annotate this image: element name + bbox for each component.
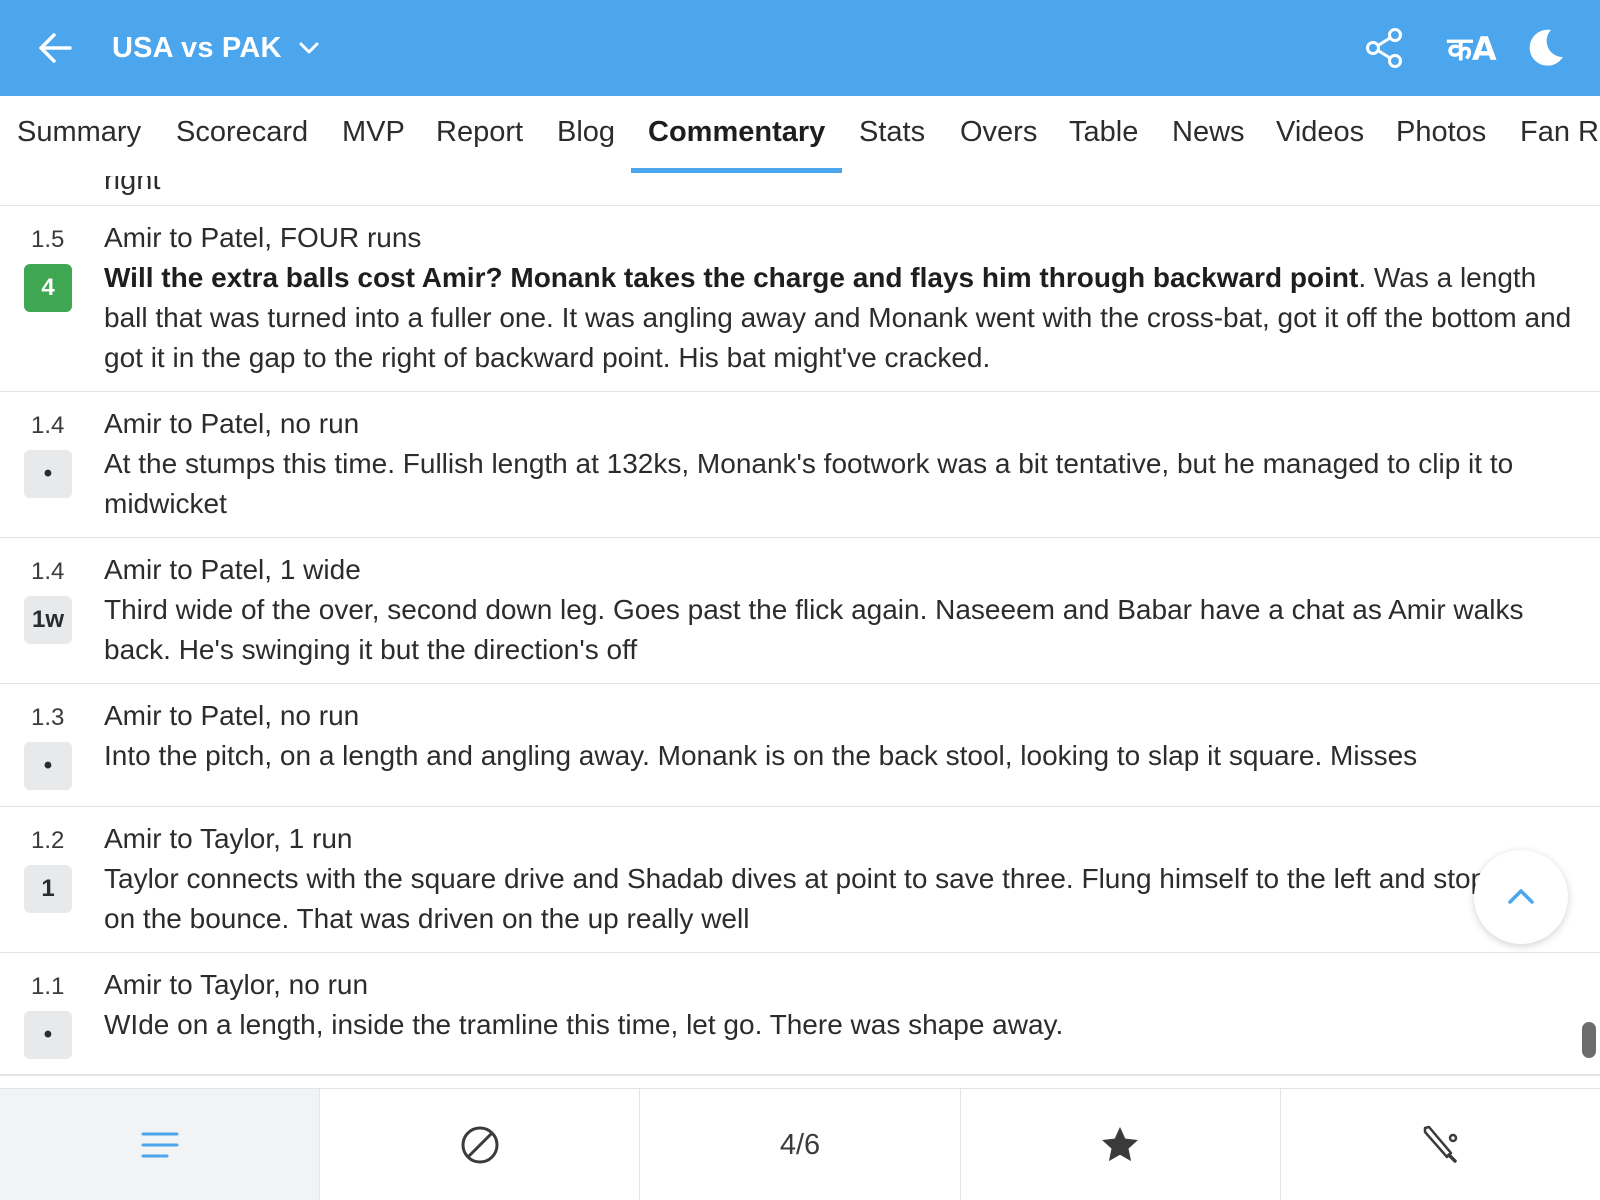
commentary-text-rest: Into the pitch, on a length and angling … (104, 740, 1418, 771)
scroll-to-top-button[interactable] (1474, 850, 1568, 944)
tab-table[interactable]: Table (1069, 116, 1138, 149)
list-divider (0, 1074, 1600, 1076)
bottom-nav: 4/6 (0, 1088, 1600, 1200)
over-number: 1.1 (31, 973, 65, 1000)
bottom-nav-highlights[interactable] (959, 1089, 1280, 1200)
bottom-nav-ball-by-ball[interactable] (319, 1089, 639, 1200)
ball-headline: Amir to Taylor, no run (104, 969, 369, 1000)
commentary-item: 1.2 1 Amir to Taylor, 1 run Taylor conne… (0, 806, 1600, 952)
commentary-list[interactable]: right 1.5 4 Amir to Patel, FOUR runs Wil… (0, 176, 1600, 1076)
tab-summary[interactable]: Summary (17, 116, 141, 149)
bottom-nav-batting[interactable] (1279, 1089, 1600, 1200)
commentary-text: Into the pitch, on a length and angling … (104, 736, 1574, 776)
commentary-text-rest: At the stumps this time. Fullish length … (104, 448, 1514, 519)
over-number: 1.5 (31, 226, 65, 253)
language-toggle[interactable]: कA (1436, 22, 1508, 74)
tab-news[interactable]: News (1172, 116, 1245, 149)
ball-headline: Amir to Patel, no run (104, 408, 360, 439)
dot-ball-badge: • (24, 1011, 72, 1059)
ball-icon (461, 1126, 499, 1164)
commentary-item: 1.4 • Amir to Patel, no run At the stump… (0, 391, 1600, 537)
tab-bar: Summary Scorecard MVP Report Blog Commen… (0, 96, 1600, 176)
commentary-text: Will the extra balls cost Amir? Monank t… (104, 258, 1574, 378)
chevron-up-icon (1508, 889, 1534, 904)
commentary-text-rest: WIde on a length, inside the tramline th… (104, 1009, 1064, 1040)
chevron-down-icon (299, 42, 319, 54)
share-icon[interactable] (1358, 22, 1410, 74)
commentary-text: Taylor connects with the square drive an… (104, 859, 1574, 939)
commentary-text: WIde on a length, inside the tramline th… (104, 1005, 1574, 1045)
commentary-item: 1.1 • Amir to Taylor, no run WIde on a l… (0, 952, 1600, 1074)
active-tab-indicator (631, 168, 842, 173)
commentary-text-rest: Third wide of the over, second down leg.… (104, 594, 1524, 665)
back-arrow-icon[interactable] (34, 26, 78, 70)
bottom-nav-commentary[interactable] (0, 1089, 320, 1200)
ball-headline: Amir to Patel, FOUR runs (104, 222, 422, 253)
tab-fan-ratings[interactable]: Fan Ra (1520, 116, 1600, 149)
app-bar: USA vs PAK कA (0, 0, 1600, 96)
commentary-item: 1.4 1w Amir to Patel, 1 wide Third wide … (0, 537, 1600, 683)
bat-icon (1424, 1125, 1458, 1163)
balls-count: 4/6 (779, 1128, 821, 1161)
ball-headline: Amir to Patel, 1 wide (104, 554, 361, 585)
language-icon: कA (1447, 29, 1497, 68)
tab-overs[interactable]: Overs (960, 116, 1037, 149)
over-number: 1.3 (31, 704, 65, 731)
tab-report[interactable]: Report (436, 116, 523, 149)
commentary-text: At the stumps this time. Fullish length … (104, 444, 1574, 524)
commentary-text-rest: Taylor connects with the square drive an… (104, 863, 1555, 934)
tab-videos[interactable]: Videos (1276, 116, 1364, 149)
tab-photos[interactable]: Photos (1396, 116, 1486, 149)
wide-badge: 1w (24, 596, 72, 644)
commentary-item: 1.3 • Amir to Patel, no run Into the pit… (0, 683, 1600, 806)
tab-stats[interactable]: Stats (859, 116, 925, 149)
star-icon (1102, 1127, 1139, 1162)
dark-mode-moon-icon[interactable] (1518, 22, 1570, 74)
over-number: 1.2 (31, 827, 65, 854)
match-title: USA vs PAK (112, 31, 282, 64)
dot-ball-badge: • (24, 450, 72, 498)
commentary-highlight: Will the extra balls cost Amir? Monank t… (104, 262, 1359, 293)
tab-commentary[interactable]: Commentary (648, 116, 825, 149)
four-runs-badge: 4 (24, 264, 72, 312)
tab-scorecard[interactable]: Scorecard (176, 116, 308, 149)
list-icon (141, 1132, 179, 1158)
single-run-badge: 1 (24, 865, 72, 913)
match-selector[interactable]: USA vs PAK (112, 26, 322, 70)
dot-ball-badge: • (24, 742, 72, 790)
over-number: 1.4 (31, 558, 65, 585)
commentary-text: Third wide of the over, second down leg.… (104, 590, 1574, 670)
bottom-nav-balls[interactable]: 4/6 (639, 1089, 959, 1200)
tab-mvp[interactable]: MVP (342, 116, 405, 149)
scrollbar-thumb[interactable] (1582, 1022, 1596, 1058)
over-number: 1.4 (31, 412, 65, 439)
clipped-commentary-text: right (104, 176, 161, 196)
tab-blog[interactable]: Blog (557, 116, 615, 149)
commentary-item: 1.5 4 Amir to Patel, FOUR runs Will the … (0, 205, 1600, 391)
ball-headline: Amir to Taylor, 1 run (104, 823, 353, 854)
ball-headline: Amir to Patel, no run (104, 700, 360, 731)
